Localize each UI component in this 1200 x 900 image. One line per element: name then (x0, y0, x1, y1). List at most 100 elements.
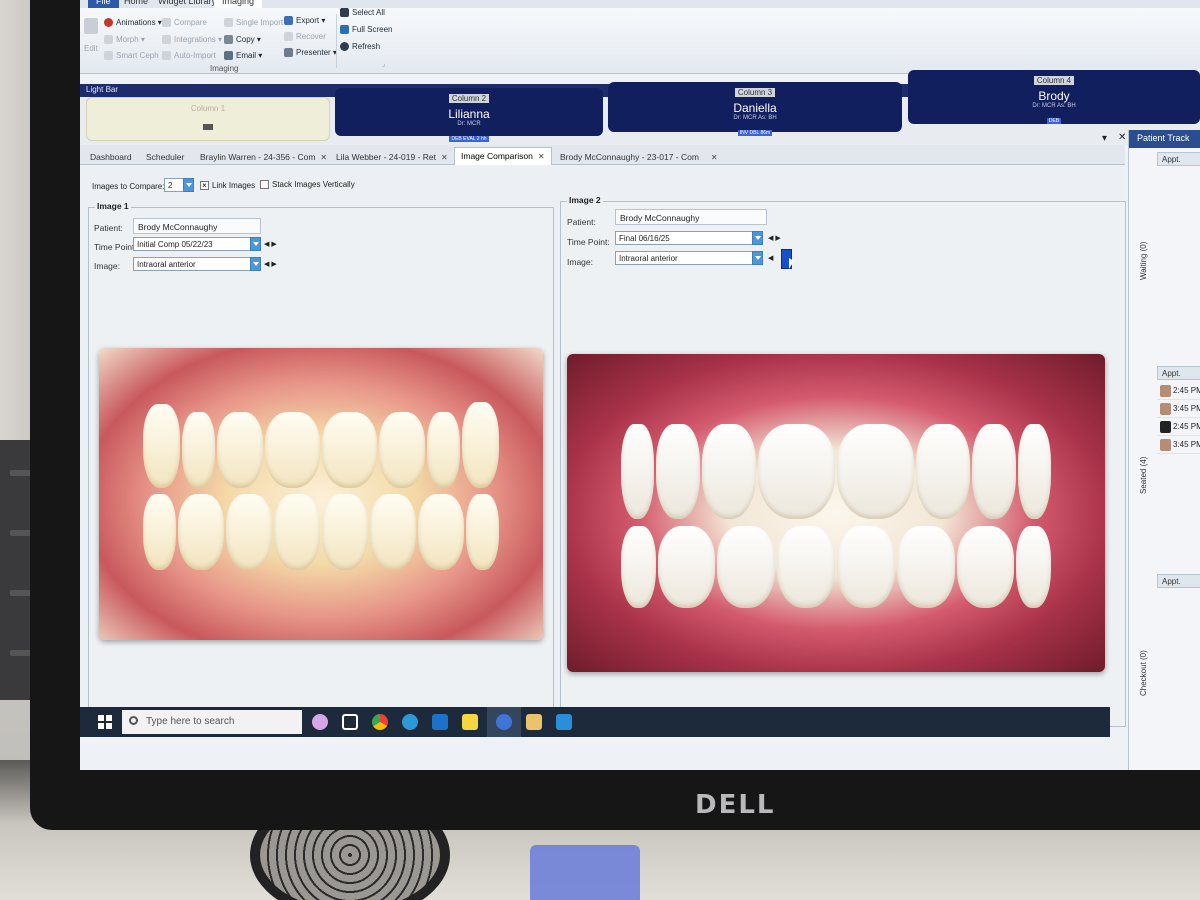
patient-name: Brody (1038, 89, 1070, 103)
compare-button[interactable]: Compare (162, 18, 207, 28)
seated-appt-row[interactable]: 3:45 PM (1157, 436, 1200, 454)
seated-appt-row[interactable]: 2:45 PM (1157, 382, 1200, 400)
mouse-cursor-icon (789, 258, 794, 269)
windows-start-icon[interactable] (98, 715, 112, 729)
close-tab-icon[interactable]: ✕ (711, 153, 718, 162)
patient-avatar (1160, 385, 1171, 397)
close-tab-icon[interactable]: ✕ (320, 153, 327, 162)
tab-lila-webber[interactable]: Lila Webber - 24-019 - Ret ✕ (330, 149, 454, 165)
copy-button[interactable]: Copy ▾ (224, 35, 261, 45)
edge-icon[interactable] (402, 714, 418, 730)
ribbon-separator (336, 14, 337, 68)
image-select[interactable]: Intraoral anterior (615, 251, 753, 265)
animation-icon (104, 18, 113, 28)
patient-field[interactable]: Brody McConnaughy (133, 218, 261, 234)
windows-taskbar: Type here to search (80, 707, 1110, 737)
image-1-legend: Image 1 (95, 201, 131, 211)
close-tab-icon[interactable]: ✕ (441, 153, 448, 162)
tab-dashboard[interactable]: Dashboard (84, 149, 138, 165)
time-point-select[interactable]: Initial Comp 05/22/23 (133, 237, 251, 251)
images-to-compare-select[interactable]: 2 (164, 178, 184, 192)
image-2-legend: Image 2 (567, 195, 603, 205)
lower-teeth (620, 525, 1052, 609)
animations-button[interactable]: Animations ▾ (104, 18, 162, 28)
light-bar-column-2[interactable]: Column 2 Lilianna Dr: MCR DEB EVAL 2 hh (335, 88, 603, 142)
time-point-prev-next-icon[interactable]: ◀▶ (768, 234, 783, 242)
dropdown-arrow-icon[interactable] (752, 231, 763, 245)
taskbar-search-box[interactable]: Type here to search (122, 710, 302, 734)
smart-ceph-button[interactable]: Smart Ceph (104, 51, 159, 61)
pencil-icon (84, 18, 98, 34)
image-label: Image: (567, 257, 593, 267)
seated-appt-row[interactable]: 3:45 PM (1157, 400, 1200, 418)
patient-field[interactable]: Brody McConnaughy (615, 209, 767, 225)
link-images-checkbox[interactable]: × (200, 181, 209, 190)
tab-image-comparison[interactable]: Image Comparison ✕ (454, 147, 552, 166)
ceph-icon (104, 51, 113, 61)
pane-dropdown-icon[interactable]: ▾ (1102, 133, 1107, 144)
waiting-appt-header[interactable]: Appt. (1157, 152, 1200, 166)
search-icon (129, 716, 138, 725)
chrome-icon[interactable] (372, 714, 388, 730)
light-bar-column-3[interactable]: Column 3 Daniella Dr: MCR As: BH INV DBL… (608, 82, 902, 136)
intraoral-photo-after[interactable] (567, 354, 1105, 672)
patient-avatar (1160, 439, 1171, 451)
tab-scheduler[interactable]: Scheduler (140, 149, 190, 165)
intraoral-photo-before[interactable] (99, 348, 543, 640)
dropdown-arrow-icon[interactable] (250, 257, 261, 271)
ortho-app-icon[interactable] (496, 714, 512, 730)
task-view-icon[interactable] (342, 714, 358, 730)
outlook-icon[interactable] (432, 714, 448, 730)
stack-vertically-checkbox[interactable] (260, 180, 269, 189)
ribbon-tab-file[interactable]: File (88, 0, 119, 8)
seated-appt-row[interactable]: 2:45 PM (1157, 418, 1200, 436)
patient-label: Patient: (94, 223, 123, 233)
image-2-panel: Image 2 Patient: Brody McConnaughy Time … (560, 195, 1126, 727)
auto-import-button[interactable]: Auto-Import (162, 51, 216, 61)
group-expand-icon[interactable]: ⌟ (382, 60, 385, 68)
pane-close-icon[interactable]: ✕ (1118, 132, 1126, 143)
seated-appt-header[interactable]: Appt. (1157, 366, 1200, 380)
image-prev-next-icon[interactable]: ◀▶ (264, 260, 279, 268)
image-select[interactable]: Intraoral anterior (133, 257, 251, 271)
close-tab-icon[interactable]: ✕ (538, 152, 545, 161)
light-bar-column-4[interactable]: Column 4 Brody Dr: MCR As: BH DEB (908, 70, 1200, 124)
file-explorer-icon[interactable] (526, 714, 542, 730)
edit-button[interactable] (84, 18, 101, 34)
single-import-button[interactable]: Single Import (224, 18, 283, 28)
export-button[interactable]: Export ▾ (284, 16, 325, 26)
tab-braylin-warren[interactable]: Braylin Warren - 24-356 - Com ✕ (194, 149, 333, 165)
column-label: Column 1 (190, 104, 226, 113)
tab-brody-mcconnaughy[interactable]: Brody McConnaughy - 23-017 - Com ✕ (554, 149, 724, 165)
time-point-select[interactable]: Final 06/16/25 (615, 231, 753, 245)
light-bar-column-1[interactable]: Column 1 (86, 97, 330, 141)
integrations-icon (162, 35, 171, 45)
column-label: Column 4 (1033, 76, 1075, 85)
email-button[interactable]: Email ▾ (224, 51, 262, 61)
light-bar-title: Light Bar (86, 85, 119, 94)
stack-vertically-label: Stack Images Vertically (272, 180, 355, 189)
dropdown-arrow-icon[interactable] (752, 251, 763, 265)
refresh-button[interactable]: Refresh (340, 42, 380, 52)
photos-icon[interactable] (556, 714, 572, 730)
ribbon-tab-widget-library[interactable]: Widget Library (150, 0, 224, 8)
dropdown-arrow-icon[interactable] (183, 178, 194, 192)
full-screen-button[interactable]: Full Screen (340, 25, 392, 35)
select-all-button[interactable]: Select All (340, 8, 385, 18)
butterfly-icon[interactable] (312, 714, 328, 730)
image-prev-icon[interactable]: ◀ (768, 254, 775, 262)
status-badge: DEB (1046, 118, 1062, 124)
full-screen-icon (340, 25, 349, 35)
ribbon: Edit Animations ▾ Morph ▾ Smart Ceph Com… (80, 8, 1200, 74)
time-point-prev-next-icon[interactable]: ◀▶ (264, 240, 279, 248)
recover-button[interactable]: Recover (284, 32, 326, 42)
ribbon-tab-imaging[interactable]: Imaging (214, 0, 263, 8)
checkout-appt-header[interactable]: Appt. (1157, 574, 1200, 588)
sticky-notes-icon[interactable] (462, 714, 478, 730)
drag-handle-icon[interactable] (203, 124, 213, 130)
integrations-button[interactable]: Integrations ▾ (162, 35, 222, 45)
morph-button[interactable]: Morph ▾ (104, 35, 145, 45)
presenter-button[interactable]: Presenter ▾ (284, 48, 337, 58)
email-icon (224, 51, 233, 61)
dropdown-arrow-icon[interactable] (250, 237, 261, 251)
